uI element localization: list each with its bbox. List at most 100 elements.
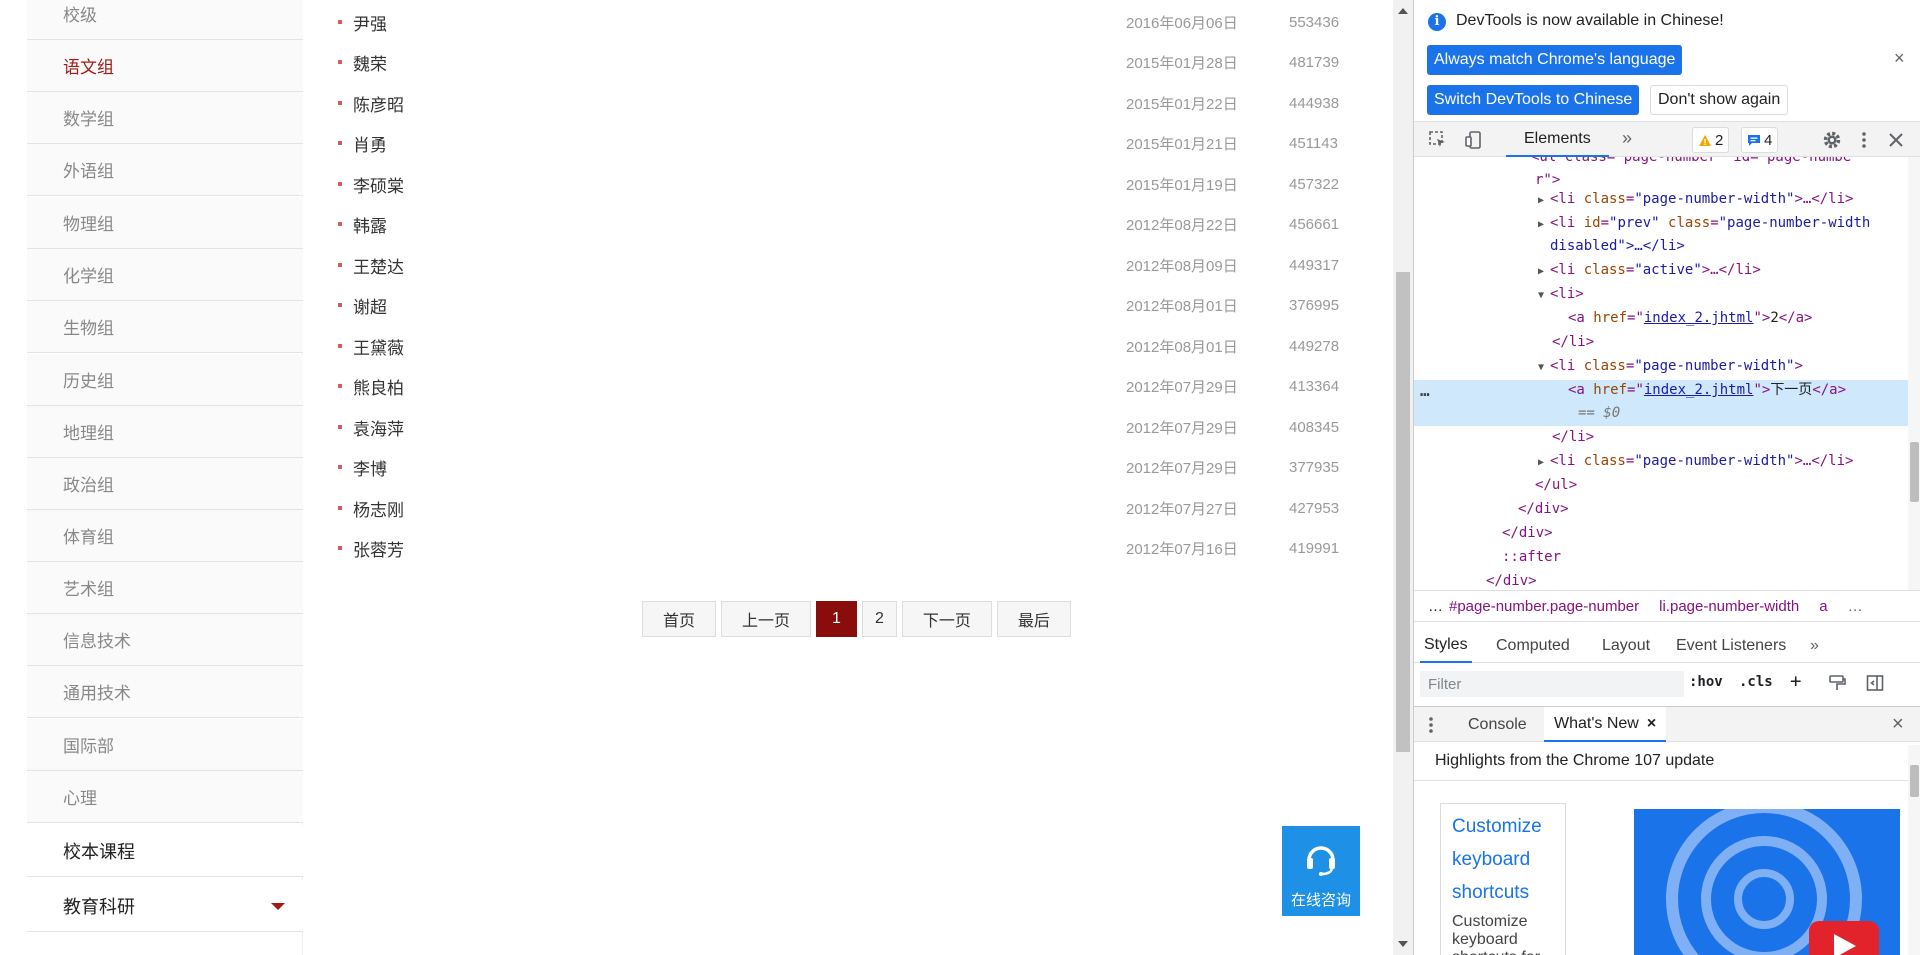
dom-line[interactable]: </li>	[1552, 330, 1594, 354]
list-item[interactable]: 李博 2012年07月29日 377935	[330, 447, 1370, 487]
list-item[interactable]: 熊良柏 2012年07月29日 413364	[330, 366, 1370, 406]
sidebar-item-general-tech[interactable]: 通用技术	[27, 666, 303, 718]
sidebar-item-biology[interactable]: 生物组	[27, 301, 303, 353]
list-item[interactable]: 张蓉芳 2012年07月16日 419991	[330, 528, 1370, 568]
device-toolbar-icon[interactable]	[1464, 130, 1484, 150]
breadcrumb-item[interactable]: #page-number.page-number	[1449, 598, 1639, 615]
article-title[interactable]: 陈彦昭	[353, 91, 404, 116]
expand-triangle-icon[interactable]: ▶	[1538, 189, 1550, 213]
dom-line[interactable]: </div>	[1518, 497, 1569, 521]
sidebar-item-physics[interactable]: 物理组	[27, 197, 303, 249]
article-title[interactable]: 李博	[353, 455, 387, 480]
dom-scrollbar[interactable]	[1908, 157, 1920, 590]
tab-whats-new[interactable]: What's New ×	[1544, 707, 1667, 742]
scroll-down-icon[interactable]	[1398, 941, 1408, 947]
sidebar-item-chinese[interactable]: 语文组	[27, 40, 303, 92]
whats-new-scrollbar[interactable]	[1908, 745, 1920, 955]
breadcrumb-overflow[interactable]: …	[1848, 598, 1863, 615]
dom-line[interactable]: ▶ <li class="page-number-width">…</li>	[1538, 449, 1853, 475]
breadcrumb-overflow[interactable]: …	[1428, 598, 1443, 615]
dom-line[interactable]: <a href="index_2.jhtml">2</a>	[1568, 306, 1812, 330]
article-title[interactable]: 魏荣	[353, 50, 387, 75]
expand-triangle-icon[interactable]: ▶	[1538, 260, 1550, 284]
tab-computed[interactable]: Computed	[1496, 629, 1570, 663]
first-page-button[interactable]: 首页	[642, 601, 717, 637]
sidebar-item-geography[interactable]: 地理组	[27, 406, 303, 458]
dom-line[interactable]: </div>	[1502, 521, 1553, 545]
match-language-button[interactable]: Always match Chrome's language	[1427, 45, 1683, 75]
list-item[interactable]: 尹强 2016年06月06日 553436	[330, 2, 1370, 42]
sidebar-item-politics[interactable]: 政治组	[27, 458, 303, 510]
list-item[interactable]: 杨志刚 2012年07月27日 427953	[330, 488, 1370, 528]
gear-icon[interactable]	[1822, 130, 1842, 150]
warnings-badge[interactable]: 2	[1692, 127, 1730, 153]
class-toggle[interactable]: .cls	[1739, 674, 1773, 690]
expand-triangle-icon[interactable]: ▶	[1538, 451, 1550, 475]
attr-link[interactable]: index_2.jhtml	[1644, 382, 1754, 398]
tab-styles[interactable]: Styles	[1420, 629, 1472, 663]
scrollbar-thumb[interactable]	[1396, 272, 1410, 752]
article-title[interactable]: 张蓉芳	[353, 536, 404, 561]
expand-triangle-icon[interactable]: ▶	[1538, 213, 1550, 237]
sidebar-item-psychology[interactable]: 心理	[27, 771, 303, 823]
article-title[interactable]: 肖勇	[353, 131, 387, 156]
new-rule-icon[interactable]: +	[1790, 670, 1801, 692]
dont-show-again-button[interactable]: Don't show again	[1650, 85, 1789, 115]
more-tabs-icon[interactable]: »	[1622, 128, 1632, 149]
list-item[interactable]: 魏荣 2015年01月28日 481739	[330, 42, 1370, 82]
sidebar-item-international[interactable]: 国际部	[27, 719, 303, 771]
dom-line[interactable]: ::after	[1502, 545, 1561, 569]
page-1-button[interactable]: 1	[816, 601, 857, 637]
next-page-button[interactable]: 下一页	[901, 601, 992, 637]
kebab-menu-icon[interactable]	[1854, 130, 1874, 150]
last-page-button[interactable]: 最后	[996, 601, 1071, 637]
article-title[interactable]: 尹强	[353, 10, 387, 35]
tab-layout[interactable]: Layout	[1602, 629, 1650, 663]
switch-chinese-button[interactable]: Switch DevTools to Chinese	[1427, 85, 1640, 115]
article-title[interactable]: 王楚达	[353, 253, 404, 278]
article-title[interactable]: 李硕棠	[353, 172, 404, 197]
sidebar-item-chemistry[interactable]: 化学组	[27, 249, 303, 301]
list-item[interactable]: 谢超 2012年08月01日 376995	[330, 285, 1370, 325]
hover-state-toggle[interactable]: :hov	[1689, 674, 1723, 690]
collapse-triangle-icon[interactable]: ▼	[1538, 356, 1550, 380]
styles-filter-input[interactable]	[1420, 671, 1684, 697]
dom-line[interactable]: <ul class="page-number" id="page-numbe	[1531, 157, 1851, 169]
feature-link[interactable]: Customize keyboard shortcuts	[1452, 810, 1554, 909]
dom-line[interactable]: </div>	[1486, 569, 1537, 590]
tab-console[interactable]: Console	[1468, 707, 1527, 742]
sidebar-item-school[interactable]: 校级	[27, 0, 303, 40]
tab-elements[interactable]: Elements	[1506, 122, 1609, 157]
article-title[interactable]: 熊良柏	[353, 374, 404, 399]
page-scrollbar[interactable]	[1393, 0, 1413, 955]
sidebar-item-history[interactable]: 历史组	[27, 354, 303, 406]
more-tabs-icon[interactable]: »	[1810, 629, 1819, 663]
sidebar-item-art[interactable]: 艺术组	[27, 562, 303, 614]
sidebar-item-education-research[interactable]: 教育科研	[27, 880, 303, 932]
list-item[interactable]: 袁海萍 2012年07月29日 408345	[330, 407, 1370, 447]
feature-card[interactable]: Customize keyboard shortcuts Customize k…	[1440, 803, 1566, 955]
breadcrumb-item[interactable]: li.page-number-width	[1659, 598, 1799, 615]
dom-line-selected[interactable]: <a href="index_2.jhtml">下一页</a>	[1568, 378, 1846, 402]
article-title[interactable]: 王黛薇	[353, 334, 404, 359]
sidebar-item-pe[interactable]: 体育组	[27, 510, 303, 562]
prev-page-button[interactable]: 上一页	[721, 601, 812, 637]
dom-line[interactable]: ▼ <li>	[1538, 282, 1584, 308]
list-item[interactable]: 王楚达 2012年08月09日 449317	[330, 245, 1370, 285]
page-2-button[interactable]: 2	[861, 601, 897, 637]
list-item[interactable]: 陈彦昭 2015年01月22日 444938	[330, 83, 1370, 123]
article-title[interactable]: 杨志刚	[353, 496, 404, 521]
sidebar-item-foreign-lang[interactable]: 外语组	[27, 144, 303, 196]
sidebar-item-school-courses[interactable]: 校本课程	[27, 825, 303, 877]
article-title[interactable]: 袁海萍	[353, 415, 404, 440]
feature-video-thumbnail[interactable]	[1634, 809, 1900, 955]
sidebar-item-math[interactable]: 数学组	[27, 92, 303, 144]
inspect-element-icon[interactable]	[1428, 130, 1448, 150]
messages-badge[interactable]: 4	[1741, 127, 1779, 153]
dom-line[interactable]: </ul>	[1535, 473, 1577, 497]
close-drawer-icon[interactable]: ×	[1892, 707, 1904, 742]
drawer-menu-icon[interactable]	[1428, 715, 1434, 735]
close-devtools-icon[interactable]	[1886, 130, 1906, 150]
list-item[interactable]: 王黛薇 2012年08月01日 449278	[330, 326, 1370, 366]
list-item[interactable]: 李硕棠 2015年01月19日 457322	[330, 164, 1370, 204]
